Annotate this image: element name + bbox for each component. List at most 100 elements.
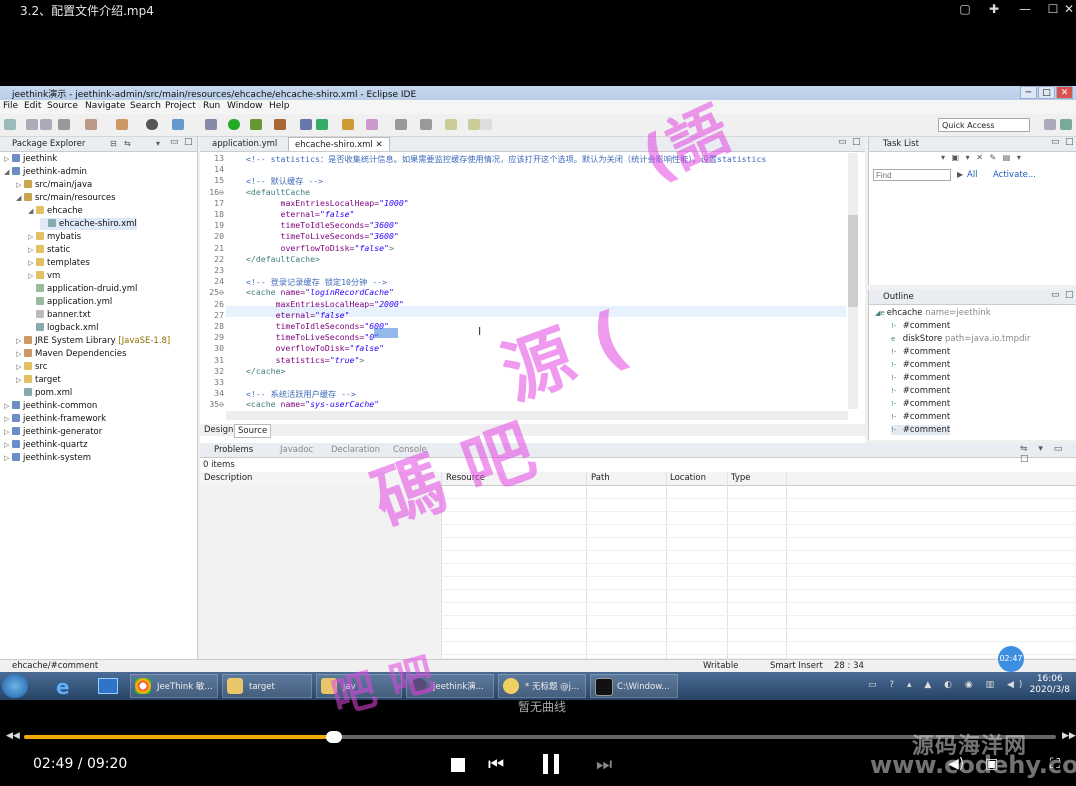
pause-button[interactable] <box>540 750 562 778</box>
twisty-icon[interactable]: ▷ <box>4 413 12 425</box>
back-icon[interactable] <box>445 119 457 130</box>
coverage-icon[interactable] <box>250 119 262 130</box>
col-resource[interactable]: Resource <box>446 473 485 483</box>
panel-minimize-icon[interactable]: ▭ <box>1051 137 1060 147</box>
outline-item[interactable]: !- #comment <box>891 386 950 396</box>
print-icon[interactable] <box>58 119 70 130</box>
forward-icon[interactable] <box>468 119 480 130</box>
minimize-icon[interactable]: — <box>1018 2 1032 16</box>
search-tool-icon[interactable] <box>366 119 378 130</box>
all-link[interactable]: All <box>967 170 978 180</box>
twisty-icon[interactable]: ▷ <box>28 257 36 269</box>
outline-item[interactable]: !- #comment <box>891 360 950 370</box>
tree-item[interactable]: ▷ jeethink-generator <box>4 426 102 438</box>
tree-item[interactable]: ehcache-shiro.xml <box>40 218 137 230</box>
perspective-icon[interactable] <box>1044 119 1056 130</box>
twisty-icon[interactable]: ▷ <box>16 348 24 360</box>
system-clock[interactable]: 16:06 2020/3/8 <box>1030 674 1070 696</box>
outline-item[interactable]: !- #comment <box>891 399 950 409</box>
tree-item[interactable]: banner.txt <box>28 309 91 321</box>
tree-item[interactable]: ▷ target <box>16 374 61 386</box>
tree-item[interactable]: ▷ mybatis <box>28 231 81 243</box>
outline-item[interactable]: !- #comment <box>891 373 950 383</box>
tree-item[interactable]: ◢ ehcache <box>28 205 83 217</box>
twisty-icon[interactable]: ▷ <box>28 244 36 256</box>
editor-maximize-icon[interactable]: □ <box>852 137 861 147</box>
open-type-icon[interactable] <box>342 119 354 130</box>
nav-forward-icon[interactable] <box>480 119 492 130</box>
panel-maximize-icon[interactable]: □ <box>184 137 193 147</box>
taskbar-item-cmd[interactable]: C:\Window... <box>590 674 678 698</box>
panel-maximize-icon[interactable]: □ <box>1065 137 1074 147</box>
code-line[interactable]: eternal="false" <box>246 310 350 320</box>
server-icon[interactable] <box>116 119 128 130</box>
monitor-icon[interactable] <box>172 119 184 130</box>
tree-item[interactable]: ◢ src/main/resources <box>16 192 116 204</box>
twisty-icon[interactable]: ▷ <box>16 335 24 347</box>
tree-item[interactable]: ▷ static <box>28 244 70 256</box>
outline-item[interactable]: !- #comment <box>891 425 951 435</box>
twisty-icon[interactable]: ▷ <box>4 153 12 165</box>
tab-javadoc[interactable]: Javadoc <box>280 445 313 455</box>
taskbar-item-eclipse[interactable]: jeethink演... <box>406 674 494 698</box>
twisty-icon[interactable]: ▷ <box>4 452 12 464</box>
code-line[interactable]: overflowToDisk="false" <box>246 343 384 353</box>
code-line[interactable]: timeToLiveSeconds="0" <box>246 332 380 342</box>
close-icon[interactable]: ✕ <box>1062 2 1076 16</box>
code-line[interactable]: <!-- statistics：是否收集统计信息。如果需要监控缓存使用情况，应该… <box>246 153 766 165</box>
ie-icon[interactable]: e <box>56 675 70 699</box>
code-line[interactable]: timeToIdleSeconds="3600" <box>246 220 399 230</box>
twisty-icon[interactable]: ▷ <box>16 361 24 373</box>
rewind-icon[interactable]: ◀◀ <box>6 731 20 741</box>
twisty-icon[interactable]: ▷ <box>28 231 36 243</box>
panel-minimize-icon[interactable]: ▭ <box>1051 290 1060 300</box>
code-line[interactable]: <!-- 登录记录缓存 锁定10分钟 --> <box>246 276 387 288</box>
tab-design[interactable]: Design <box>201 424 236 436</box>
tree-item[interactable]: ▷ jeethink-system <box>4 452 91 464</box>
code-line[interactable]: </defaultCache> <box>246 254 320 264</box>
tab-ehcache-shiro-xml[interactable]: ehcache-shiro.xml ✕ <box>288 137 390 151</box>
win-maximize-button[interactable]: □ <box>1038 86 1055 99</box>
start-button[interactable] <box>2 674 28 698</box>
tree-item[interactable]: ▷ Maven Dependencies <box>16 348 126 360</box>
debug-icon[interactable] <box>146 119 158 130</box>
quick-access-input[interactable]: Quick Access <box>938 118 1030 132</box>
menu-edit[interactable]: Edit <box>24 101 41 111</box>
new-class-icon[interactable] <box>300 119 312 130</box>
pin-icon[interactable]: ✚ <box>987 2 1001 16</box>
horizontal-scrollbar[interactable] <box>226 411 848 420</box>
save-icon[interactable] <box>26 119 38 130</box>
tray-icons[interactable]: ▭ ? ▴ ▲ ◐ ◉ ▥ ◀) <box>868 680 1027 690</box>
tab-console[interactable]: Console <box>393 445 427 455</box>
tab-application-yml[interactable]: application.yml <box>206 137 283 151</box>
tree-item[interactable]: application-druid.yml <box>28 283 137 295</box>
outline-item[interactable]: e diskStore path=java.io.tmpdir <box>891 334 1030 344</box>
new-package-icon[interactable] <box>316 119 328 130</box>
tree-item[interactable]: ▷ jeethink-framework <box>4 413 106 425</box>
folder-icon[interactable]: ▢ <box>958 2 972 16</box>
explorer-icon[interactable] <box>98 678 118 694</box>
taskbar-item-chrome[interactable]: JeeThink 敏... <box>130 674 218 698</box>
tree-item[interactable]: logback.xml <box>28 322 99 334</box>
twisty-icon[interactable]: ▷ <box>16 374 24 386</box>
twisty-icon[interactable]: ◢ <box>28 205 36 217</box>
outline-item[interactable]: !- #comment <box>891 347 950 357</box>
menu-help[interactable]: Help <box>269 101 290 111</box>
twisty-icon[interactable]: ▷ <box>28 270 36 282</box>
editor-minimize-icon[interactable]: ▭ <box>838 137 847 147</box>
code-line[interactable]: statistics="true"> <box>246 355 365 365</box>
menu-window[interactable]: Window <box>227 101 263 111</box>
col-description[interactable]: Description <box>204 473 252 483</box>
save-all-icon[interactable] <box>40 119 52 130</box>
taskbar-item-folder[interactable]: target <box>222 674 312 698</box>
tree-item[interactable]: ▷ jeethink <box>4 153 57 165</box>
taskbar-item-folder-jav[interactable]: jav <box>316 674 402 698</box>
tree-item[interactable]: pom.xml <box>16 387 72 399</box>
new-icon[interactable] <box>4 119 16 130</box>
code-line[interactable]: eternal="false" <box>246 209 355 219</box>
tree-item[interactable]: ▷ JRE System Library [JavaSE-1.8] <box>16 335 170 347</box>
task-toolbar-icons[interactable]: ▾ ▣ ▾ ✕ ✎ ▤ ▾ <box>941 153 1075 165</box>
close-tab-icon[interactable]: ✕ <box>375 140 382 150</box>
menu-search[interactable]: Search <box>130 101 161 111</box>
package-explorer-title[interactable]: Package Explorer <box>12 139 85 149</box>
